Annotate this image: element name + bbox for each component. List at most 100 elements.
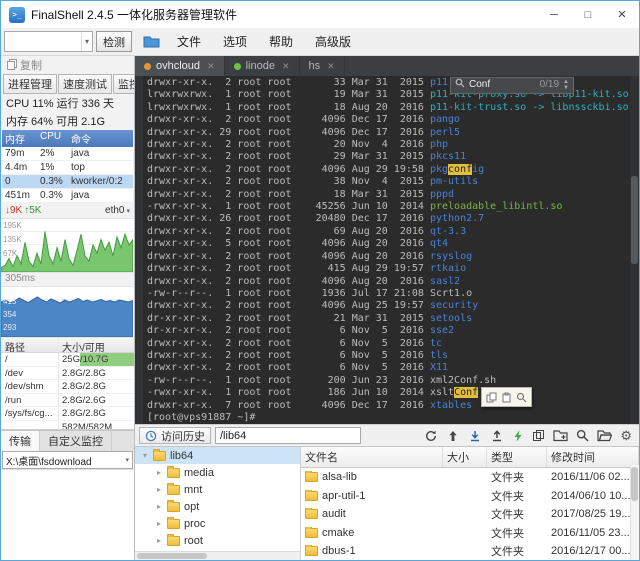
terminal-line: drwxr-xr-x. 2 root root 4096 Aug 20 2016… (147, 276, 629, 288)
tree-item-lib64[interactable]: ▾lib64 (135, 447, 300, 464)
terminal[interactable]: drwxr-xr-x. 2 root root 33 Mar 31 2015 p… (135, 76, 639, 424)
network-interface[interactable]: eth0 (105, 205, 124, 216)
expand-closed-icon[interactable]: ▸ (155, 536, 163, 545)
search-prev-next-icons[interactable]: ▲▼ (563, 80, 569, 91)
expand-closed-icon[interactable]: ▸ (155, 485, 163, 494)
connect-status-icon[interactable] (512, 429, 524, 443)
menu-item-pro[interactable]: 高级版 (304, 33, 362, 50)
upload-icon[interactable] (490, 429, 504, 443)
refresh-icon[interactable] (424, 429, 438, 443)
tree-item-root[interactable]: ▸root (135, 532, 300, 549)
minimize-button[interactable]: ─ (537, 1, 571, 28)
col-filename[interactable]: 文件名 (301, 447, 443, 467)
tree-hscroll-thumb[interactable] (137, 553, 207, 559)
remote-path-input[interactable]: /lib64 (215, 427, 361, 444)
open-folder-icon[interactable] (597, 429, 612, 442)
interface-dropdown-icon[interactable]: ▾ (126, 207, 130, 215)
remote-file-table: 文件名 大小 类型 修改时间 alsa-lib文件夹2016/11/06 02.… (301, 447, 639, 560)
disk-row[interactable]: /dev2.8G/2.8G (1, 367, 134, 381)
disk-row[interactable]: 582M/582M (1, 421, 134, 431)
copy-icon (7, 61, 15, 70)
process-row[interactable]: 451m0.3%java (2, 189, 133, 203)
tree-item-opt[interactable]: ▸opt (135, 498, 300, 515)
disk-row[interactable]: /run2.8G/2.6G (1, 394, 134, 408)
terminal-line: drwxr-xr-x. 2 root root 4096 Aug 20 2016… (147, 251, 629, 263)
process-row[interactable]: 4.4m1%top (2, 161, 133, 175)
terminal-search-bar[interactable]: Conf 0/19 ▲▼ (450, 77, 574, 94)
file-row-audit[interactable]: audit文件夹2017/08/25 19... (301, 505, 639, 524)
disk-col-path[interactable]: 路径 (1, 338, 59, 352)
file-row-cmake[interactable]: cmake文件夹2016/11/05 23... (301, 524, 639, 543)
connection-manager-icon[interactable] (143, 35, 160, 48)
popup-copy-icon[interactable] (486, 392, 497, 403)
disk-row[interactable]: /25G/10.7G (1, 353, 134, 367)
tab-speed-test[interactable]: 速度测试 (58, 74, 112, 94)
tab-process-manager[interactable]: 进程管理 (3, 74, 57, 94)
terminal-lines: drwxr-xr-x. 2 root root 33 Mar 31 2015 p… (147, 77, 629, 424)
history-button[interactable]: 访问历史 (139, 427, 211, 444)
menu-item-file[interactable]: 文件 (166, 33, 212, 50)
search-icon (455, 78, 465, 92)
process-row[interactable]: 00.3%kworker/0:2 (2, 175, 133, 189)
download-path-select[interactable]: X:\桌面\fsdownload ▾ (2, 451, 133, 469)
detect-button[interactable]: 检测 (96, 31, 132, 52)
popup-search-icon[interactable] (516, 392, 527, 403)
session-tab-close-icon[interactable]: ✕ (282, 61, 290, 72)
menu-item-options[interactable]: 选项 (212, 33, 258, 50)
copy-row[interactable]: 复制 (1, 56, 134, 74)
expand-closed-icon[interactable]: ▸ (155, 468, 163, 477)
tree-item-mnt[interactable]: ▸mnt (135, 481, 300, 498)
file-row-apr-util-1[interactable]: apr-util-1文件夹2014/06/10 10... (301, 487, 639, 506)
tab-monitor[interactable]: 监控 (113, 74, 135, 94)
monitor-tabs: 进程管理 速度测试 监控 (1, 74, 134, 94)
col-type[interactable]: 类型 (487, 447, 547, 467)
disk-size: 2.8G/2.8G (59, 367, 134, 380)
tab-transfer[interactable]: 传输 (1, 431, 40, 451)
search-files-icon[interactable] (576, 429, 589, 442)
col-modified[interactable]: 修改时间 (547, 447, 639, 467)
col-size[interactable]: 大小 (443, 447, 487, 467)
close-button[interactable]: ✕ (605, 1, 639, 28)
net-scale-2: 135K (3, 235, 22, 244)
file-row-dbus-1[interactable]: dbus-1文件夹2016/12/17 00... (301, 542, 639, 561)
session-tab-ovhcloud[interactable]: ovhcloud✕ (135, 56, 225, 76)
session-tab-close-icon[interactable]: ✕ (327, 61, 335, 72)
process-col-mem[interactable]: 内存 (2, 130, 38, 147)
maximize-button[interactable]: □ (571, 1, 605, 28)
popup-paste-icon[interactable] (501, 392, 512, 403)
search-dropdown-icon[interactable]: ▾ (81, 32, 92, 51)
new-folder-icon[interactable] (553, 429, 568, 442)
copy-file-icon[interactable] (532, 429, 545, 442)
session-tab-close-icon[interactable]: ✕ (207, 61, 215, 72)
session-tab-linode[interactable]: linode✕ (225, 56, 300, 76)
tree-item-proc[interactable]: ▸proc (135, 515, 300, 532)
terminal-scrollbar[interactable] (630, 76, 639, 424)
disk-row[interactable]: /dev/shm2.8G/2.8G (1, 380, 134, 394)
file-table-scrollbar-thumb[interactable] (631, 467, 638, 501)
disk-col-size[interactable]: 大小/可用 (59, 338, 134, 352)
file-row-alsa-lib[interactable]: alsa-lib文件夹2016/11/06 02... (301, 468, 639, 487)
process-col-cmd[interactable]: 命令 (68, 130, 133, 147)
search-match-counter: 0/19 (540, 79, 559, 91)
disk-row[interactable]: /sys/fs/cg...2.8G/2.8G (1, 407, 134, 421)
session-tab-hs[interactable]: hs✕ (300, 56, 345, 76)
expand-closed-icon[interactable]: ▸ (155, 502, 163, 511)
terminal-scrollbar-thumb[interactable] (631, 176, 638, 264)
expand-closed-icon[interactable]: ▸ (155, 519, 163, 528)
host-search-input[interactable]: ▾ (4, 31, 93, 52)
parent-dir-icon[interactable] (446, 429, 460, 443)
settings-gear-icon[interactable]: ⚙ (620, 429, 632, 442)
expand-open-icon[interactable]: ▾ (141, 451, 149, 460)
menu-item-help[interactable]: 帮助 (258, 33, 304, 50)
tree-item-media[interactable]: ▸media (135, 464, 300, 481)
search-query[interactable]: Conf (469, 79, 490, 91)
process-col-cpu[interactable]: CPU (38, 130, 68, 147)
file-table-scrollbar[interactable] (630, 465, 639, 560)
tab-custom-monitor[interactable]: 自定义监控 (40, 431, 112, 451)
process-row[interactable]: 79m2%java (2, 147, 133, 161)
terminal-line: drwxr-xr-x. 2 root root 6 Nov 5 2016 X11 (147, 362, 629, 374)
tree-horizontal-scrollbar[interactable] (135, 551, 300, 560)
terminal-line: drwxr-xr-x. 5 root root 4096 Aug 20 2016… (147, 238, 629, 250)
download-icon[interactable] (468, 429, 482, 443)
disk-path: /dev/shm (1, 380, 59, 393)
